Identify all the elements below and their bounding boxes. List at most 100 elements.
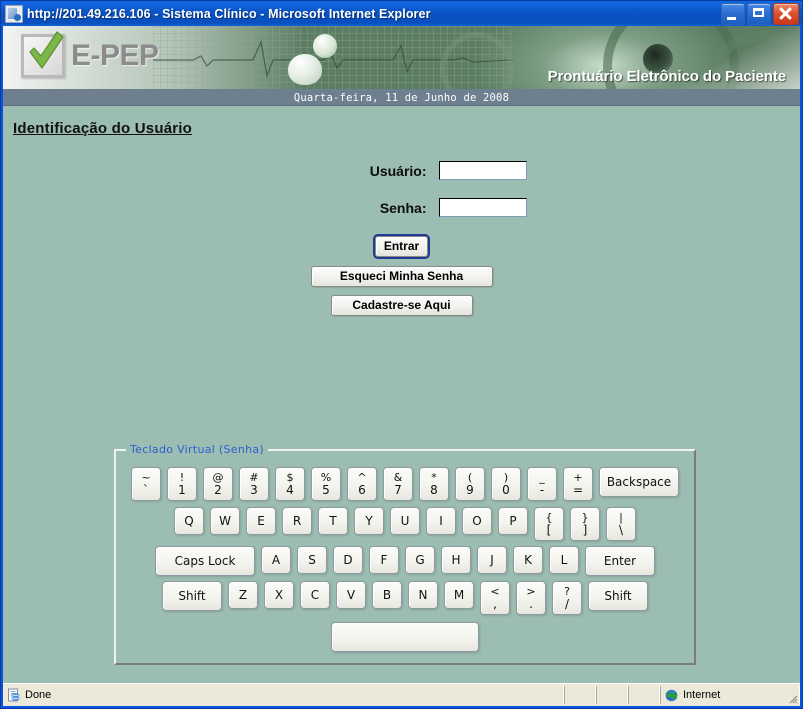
key-label: Backspace bbox=[606, 475, 672, 489]
key-caps-lock[interactable]: Caps Lock bbox=[155, 546, 255, 576]
key-s[interactable]: S bbox=[297, 546, 327, 574]
key-\[interactable]: | \ bbox=[606, 507, 636, 541]
resize-grip[interactable] bbox=[786, 692, 798, 704]
key-`[interactable]: ~ ` bbox=[131, 467, 161, 501]
key-label: D bbox=[343, 553, 353, 567]
virtual-keyboard-legend: Teclado Virtual (Senha) bbox=[126, 443, 269, 456]
key-t[interactable]: T bbox=[318, 507, 348, 535]
entrar-button[interactable]: Entrar bbox=[372, 234, 431, 259]
key-x[interactable]: X bbox=[264, 581, 294, 609]
password-input[interactable] bbox=[438, 198, 527, 217]
maximize-button[interactable] bbox=[747, 3, 771, 25]
key-g[interactable]: G bbox=[405, 546, 435, 574]
key-,[interactable]: <, bbox=[480, 581, 510, 615]
key-e[interactable]: E bbox=[246, 507, 276, 535]
key-shift[interactable]: Shift bbox=[588, 581, 648, 611]
key-7[interactable]: & 7 bbox=[383, 467, 413, 501]
key-label: P bbox=[509, 514, 517, 528]
key-a[interactable]: A bbox=[261, 546, 291, 574]
key-d[interactable]: D bbox=[333, 546, 363, 574]
key-p[interactable]: P bbox=[498, 507, 528, 535]
ie-document-icon bbox=[5, 4, 23, 23]
key-.[interactable]: >. bbox=[516, 581, 546, 615]
key-5[interactable]: % 5 bbox=[311, 467, 341, 501]
key-label: N bbox=[418, 588, 428, 602]
key-v[interactable]: V bbox=[336, 581, 366, 609]
key-n[interactable]: N bbox=[408, 581, 438, 609]
key-2[interactable]: @2 bbox=[203, 467, 233, 501]
key-b[interactable]: B bbox=[372, 581, 402, 609]
key-base-char: ` bbox=[143, 482, 149, 497]
key-j[interactable]: J bbox=[477, 546, 507, 574]
forgot-password-row: Esqueci Minha Senha bbox=[3, 266, 800, 287]
key-m[interactable]: M bbox=[444, 581, 474, 609]
key-c[interactable]: C bbox=[300, 581, 330, 609]
key-[[interactable]: {[ bbox=[534, 507, 564, 541]
window-title: http://201.49.216.106 - Sistema Clínico … bbox=[27, 6, 431, 21]
security-zone-label: Internet bbox=[683, 689, 721, 701]
key-=[interactable]: + = bbox=[563, 467, 593, 501]
key--[interactable]: _ - bbox=[527, 467, 557, 501]
key-enter[interactable]: Enter bbox=[585, 546, 655, 576]
stethoscope-bell bbox=[288, 54, 322, 85]
username-input[interactable] bbox=[438, 161, 527, 180]
key-label: H bbox=[451, 553, 461, 567]
key-w[interactable]: W bbox=[210, 507, 240, 535]
submit-row: Entrar bbox=[3, 234, 800, 259]
key-][interactable]: }] bbox=[570, 507, 600, 541]
date-bar: Quarta-feira, 11 de Junho de 2008 bbox=[3, 90, 800, 106]
key-base-char: 9 bbox=[466, 482, 474, 497]
app-logo: E-PEP bbox=[21, 31, 159, 78]
key-i[interactable]: I bbox=[426, 507, 456, 535]
key-label: S bbox=[308, 553, 316, 567]
security-zone-pane[interactable]: Internet bbox=[660, 686, 800, 704]
key-q[interactable]: Q bbox=[174, 507, 204, 535]
key-o[interactable]: O bbox=[462, 507, 492, 535]
banner-highlight-sphere bbox=[313, 34, 337, 58]
key-0[interactable]: ) 0 bbox=[491, 467, 521, 501]
key-r[interactable]: R bbox=[282, 507, 312, 535]
key-base-char: 7 bbox=[394, 482, 402, 497]
browser-window: http://201.49.216.106 - Sistema Clínico … bbox=[0, 0, 803, 709]
globe-icon bbox=[665, 689, 678, 701]
minimize-button[interactable] bbox=[721, 3, 745, 25]
key-4[interactable]: $4 bbox=[275, 467, 305, 501]
key-base-char: \ bbox=[618, 522, 624, 537]
close-button[interactable] bbox=[773, 3, 799, 25]
key-f[interactable]: F bbox=[369, 546, 399, 574]
key-3[interactable]: #3 bbox=[239, 467, 269, 501]
key-base-char: / bbox=[564, 596, 570, 611]
key-l[interactable]: L bbox=[549, 546, 579, 574]
key-label: V bbox=[346, 588, 356, 602]
key-y[interactable]: Y bbox=[354, 507, 384, 535]
key-label: A bbox=[271, 553, 281, 567]
username-row: Usuário: bbox=[3, 161, 800, 180]
key-base-char: 4 bbox=[286, 482, 294, 497]
status-message-pane: Done bbox=[3, 686, 564, 704]
key-k[interactable]: K bbox=[513, 546, 543, 574]
key-h[interactable]: H bbox=[441, 546, 471, 574]
cadastre-se-aqui-button[interactable]: Cadastre-se Aqui bbox=[330, 295, 473, 316]
key-shift[interactable]: Shift bbox=[162, 581, 222, 611]
key-label: Shift bbox=[178, 589, 206, 603]
key-label: Shift bbox=[604, 589, 632, 603]
key-6[interactable]: ^ 6 bbox=[347, 467, 377, 501]
key-space[interactable] bbox=[331, 622, 479, 652]
esqueci-minha-senha-button[interactable]: Esqueci Minha Senha bbox=[310, 266, 493, 287]
register-row: Cadastre-se Aqui bbox=[3, 295, 800, 316]
key-backspace[interactable]: Backspace bbox=[599, 467, 679, 497]
key-z[interactable]: Z bbox=[228, 581, 258, 609]
key-/[interactable]: ? / bbox=[552, 581, 582, 615]
virtual-keyboard-panel: Teclado Virtual (Senha) ~ `! 1 @2 #3 $4% 5 ^ 6 & 7… bbox=[114, 443, 696, 665]
status-pane-1 bbox=[564, 686, 596, 704]
window-controls bbox=[721, 3, 799, 25]
checkbox-icon bbox=[21, 31, 65, 78]
key-label: L bbox=[560, 553, 568, 567]
keyboard-row: Q W E R T Y U I O P {[}] | \ bbox=[116, 507, 694, 541]
key-label: X bbox=[274, 588, 284, 602]
key-9[interactable]: (9 bbox=[455, 467, 485, 501]
key-1[interactable]: ! 1 bbox=[167, 467, 197, 501]
key-u[interactable]: U bbox=[390, 507, 420, 535]
key-base-char: 6 bbox=[358, 482, 366, 497]
key-8[interactable]: * 8 bbox=[419, 467, 449, 501]
